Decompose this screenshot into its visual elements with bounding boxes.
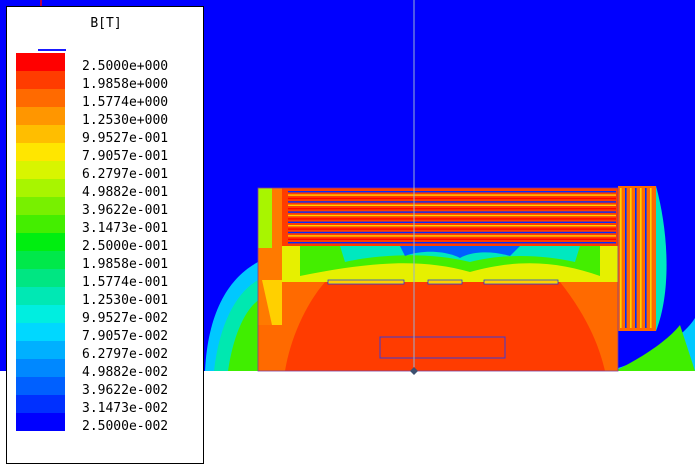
legend-value: 3.9622e-001: [82, 203, 169, 218]
legend-swatch: [16, 179, 65, 197]
legend-value: 1.9858e+000: [82, 77, 169, 92]
legend-swatch: [16, 107, 65, 125]
end-winding-bar: [625, 188, 627, 328]
legend-value: 2.5000e-002: [82, 419, 169, 434]
legend-value: 3.1473e-001: [82, 221, 169, 236]
legend-value: 7.9057e-002: [82, 329, 169, 344]
end-winding-bar: [630, 188, 632, 328]
legend-value: 4.9882e-002: [82, 365, 169, 380]
legend-swatch: [16, 341, 65, 359]
legend-swatch: [16, 89, 65, 107]
legend-swatch: [16, 161, 65, 179]
legend-value: 4.9882e-001: [82, 185, 169, 200]
winding-slot: [288, 228, 616, 230]
legend-swatch: [16, 305, 65, 323]
legend-swatch: [16, 215, 65, 233]
winding-slot: [288, 214, 616, 217]
winding-slot: [288, 194, 616, 196]
winding-slot: [288, 211, 616, 213]
end-winding-bar: [635, 188, 637, 328]
legend-swatch: [16, 323, 65, 341]
legend-swatch: [16, 413, 65, 431]
legend-swatch: [16, 395, 65, 413]
winding-slot: [288, 235, 616, 237]
legend-value: 7.9057e-001: [82, 149, 169, 164]
legend-value: 1.5774e-001: [82, 275, 169, 290]
legend-value: 2.5000e-001: [82, 239, 169, 254]
legend-swatch: [16, 71, 65, 89]
winding-slot: [288, 201, 616, 203]
winding-slot: [288, 225, 616, 227]
legend-swatch: [16, 359, 65, 377]
winding-slot: [288, 231, 616, 234]
legend-value: 1.2530e-001: [82, 293, 169, 308]
winding-slot: [288, 191, 616, 193]
legend-swatch: [16, 197, 65, 215]
legend-swatch: [16, 125, 65, 143]
winding-slot: [288, 242, 616, 244]
legend-swatch: [16, 53, 65, 71]
legend-swatch: [16, 377, 65, 395]
legend-value: 2.5000e+000: [82, 59, 169, 74]
color-legend[interactable]: B[T] 2.5000e+000 1.9858e+000 1.5774e+000 1.…: [6, 6, 204, 464]
magnet-strip-left: [327, 279, 405, 285]
legend-value: 6.2797e-001: [82, 167, 169, 182]
winding-slot: [288, 208, 616, 210]
end-winding-bar: [650, 188, 652, 328]
legend-title: B[T]: [90, 16, 122, 31]
winding-block: [282, 188, 618, 246]
legend-swatch: [16, 269, 65, 287]
winding-slot: [288, 218, 616, 220]
legend-value: 1.9858e-001: [82, 257, 169, 272]
legend-scale-marker: [38, 49, 66, 51]
legend-value: 6.2797e-002: [82, 347, 169, 362]
legend-swatch: [16, 287, 65, 305]
legend-swatch: [16, 143, 65, 161]
winding-slot: [288, 197, 616, 200]
legend-value: 9.9527e-001: [82, 131, 169, 146]
legend-value: 3.1473e-002: [82, 401, 169, 416]
end-winding-bar: [640, 188, 642, 328]
legend-swatch: [16, 251, 65, 269]
left-pole-edge: [258, 188, 272, 248]
end-winding-bar: [620, 188, 622, 328]
legend-value: 1.2530e+000: [82, 113, 169, 128]
legend-value: 1.5774e+000: [82, 95, 169, 110]
legend-swatch: [16, 233, 65, 251]
winding-slot: [288, 238, 616, 240]
legend-value: 9.9527e-002: [82, 311, 169, 326]
legend-value: 3.9622e-002: [82, 383, 169, 398]
end-winding-bar: [645, 188, 647, 328]
winding-slot: [288, 204, 616, 206]
winding-slot: [288, 221, 616, 223]
magnet-strip-middle: [427, 279, 463, 285]
magnet-strip-right: [483, 279, 559, 285]
